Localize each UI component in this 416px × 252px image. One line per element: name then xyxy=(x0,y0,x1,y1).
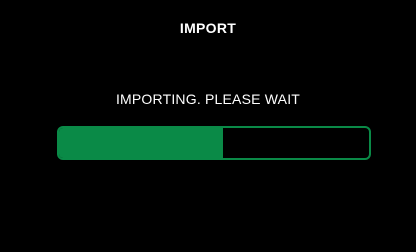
status-message: IMPORTING. PLEASE WAIT xyxy=(115,91,301,107)
import-dialog: IMPORT IMPORTING. PLEASE WAIT xyxy=(0,0,416,252)
dialog-title: IMPORT xyxy=(179,20,237,36)
progress-bar-fill xyxy=(59,128,224,158)
progress-bar xyxy=(57,126,371,160)
